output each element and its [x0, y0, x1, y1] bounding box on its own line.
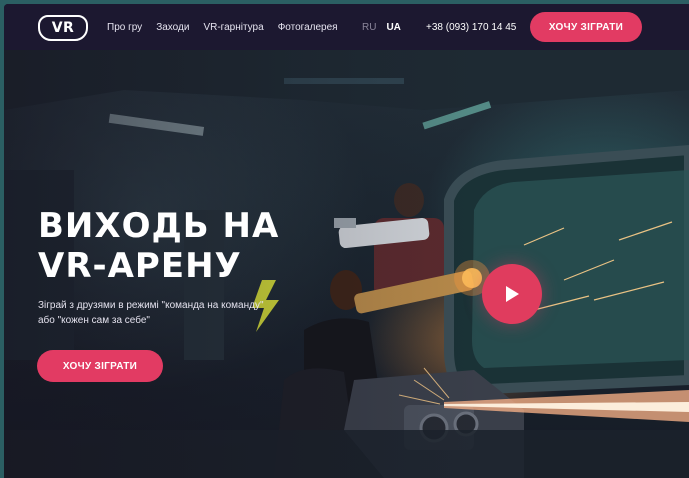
- language-switcher: RU UA: [362, 4, 411, 50]
- lang-ru[interactable]: RU: [362, 22, 376, 33]
- lang-ua[interactable]: UA: [386, 22, 400, 33]
- nav-item-about[interactable]: Про гру: [107, 22, 142, 33]
- hero-section: ВИХОДЬ НА VR-АРЕНУ Зіграй з друзями в ре…: [4, 50, 689, 478]
- site-header: VR Про гру Заходи VR-гарнітура Фотогалер…: [4, 4, 689, 50]
- video-play-button[interactable]: [482, 264, 542, 324]
- nav-item-gallery[interactable]: Фотогалерея: [278, 22, 338, 33]
- hero-title-line-1: ВИХОДЬ НА: [38, 206, 280, 246]
- vr-logo[interactable]: VR: [38, 15, 88, 41]
- page-frame: VR Про гру Заходи VR-гарнітура Фотогалер…: [4, 4, 689, 478]
- nav-item-vr-headset[interactable]: VR-гарнітура: [203, 22, 263, 33]
- hero-title: ВИХОДЬ НА VR-АРЕНУ: [38, 206, 358, 286]
- play-icon: [506, 286, 519, 302]
- hero-play-button[interactable]: ХОЧУ ЗІГРАТИ: [37, 350, 163, 382]
- phone-number[interactable]: +38 (093) 170 14 45: [426, 4, 516, 50]
- nav-item-events[interactable]: Заходи: [156, 22, 189, 33]
- main-nav: Про гру Заходи VR-гарнітура Фотогалерея: [107, 4, 352, 50]
- logo-text: VR: [51, 20, 75, 36]
- hero-title-line-2: VR-АРЕНУ: [38, 246, 242, 286]
- hero-subtitle: Зіграй з друзями в режимі "команда на ко…: [38, 300, 264, 326]
- header-play-button[interactable]: ХОЧУ ЗІГРАТИ: [530, 12, 642, 42]
